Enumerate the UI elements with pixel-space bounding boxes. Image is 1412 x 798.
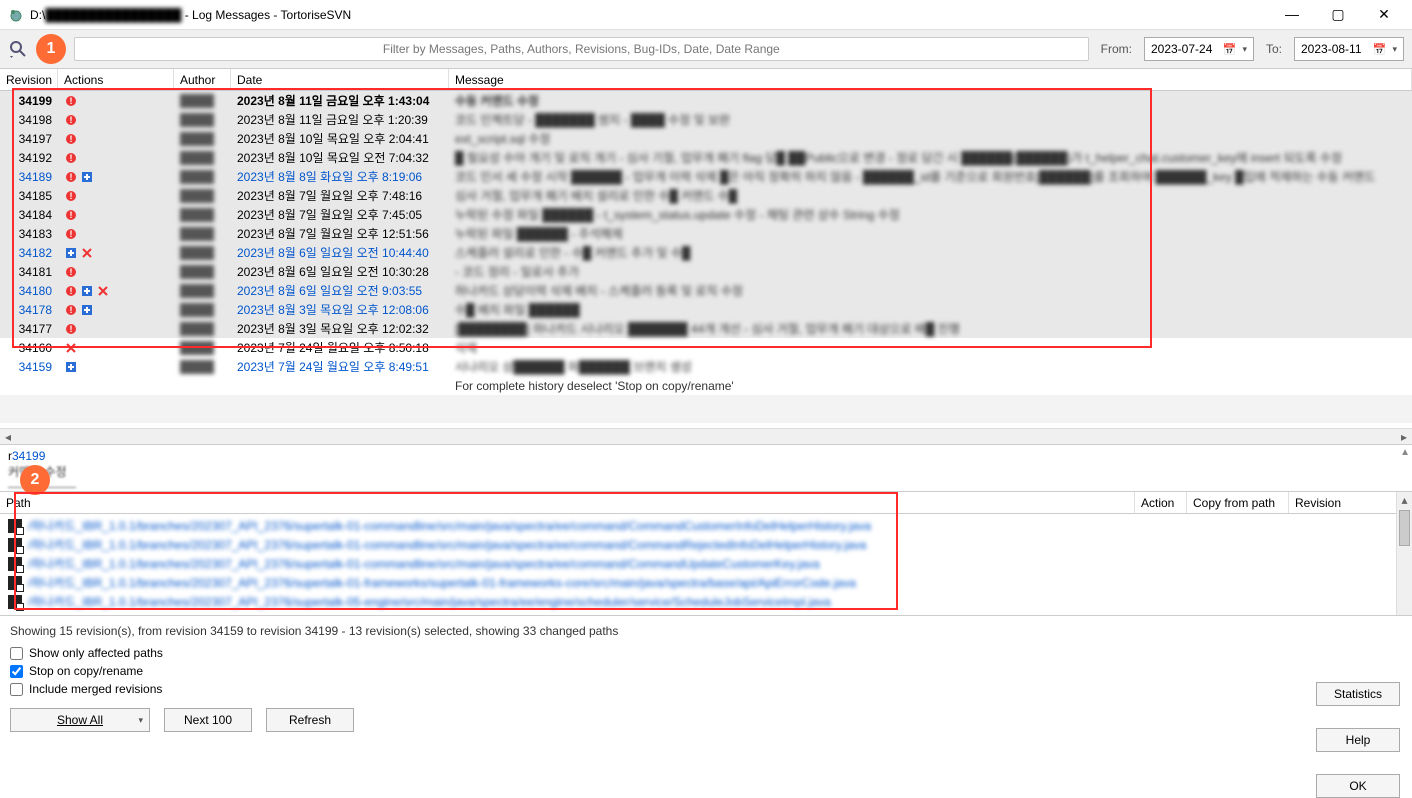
log-row[interactable]: 34182████2023년 8월 6일 일요일 오전 10:44:40스케줄러… xyxy=(0,243,1412,262)
scroll-left-icon[interactable]: ◂ xyxy=(0,430,16,444)
close-button[interactable]: ✕ xyxy=(1370,6,1398,23)
calendar-icon: 📅 xyxy=(1223,43,1237,56)
scroll-up-icon[interactable]: ▴ xyxy=(1397,492,1412,508)
message-panel: r34199 커맨드 수정 ──────── 2 ▲ xyxy=(0,444,1412,492)
annotation-badge-1: 1 xyxy=(36,34,66,64)
svg-text:!: ! xyxy=(70,115,73,125)
scroll-right-icon[interactable]: ▸ xyxy=(1396,430,1412,444)
col-date[interactable]: Date xyxy=(231,69,449,90)
log-row[interactable]: 34181!████2023년 8월 6일 일요일 오전 10:30:28- 코… xyxy=(0,262,1412,281)
help-button[interactable]: Help xyxy=(1316,728,1400,752)
col-path-revision[interactable]: Revision xyxy=(1289,492,1412,513)
opt-affected-paths[interactable]: Show only affected paths xyxy=(10,646,1402,660)
log-row[interactable]: 34159████2023년 7월 24일 월요일 오후 8:49:51시나리오… xyxy=(0,357,1412,376)
window-title: D:\████████████████ - Log Messages - Tor… xyxy=(30,8,1278,22)
file-icon xyxy=(8,519,22,533)
show-all-button[interactable]: Show All▾ xyxy=(10,708,150,732)
filter-input[interactable]: Filter by Messages, Paths, Authors, Revi… xyxy=(74,37,1089,61)
log-grid: Revision Actions Author Date Message 341… xyxy=(0,68,1412,444)
v-scrollbar[interactable]: ▴ xyxy=(1396,492,1412,615)
svg-text:!: ! xyxy=(70,210,73,220)
calendar-icon: 📅 xyxy=(1373,43,1387,56)
tortoisesvn-icon xyxy=(8,7,24,23)
log-row[interactable]: 34189!████2023년 8월 8일 화요일 오후 8:19:06코드 인… xyxy=(0,167,1412,186)
to-label: To: xyxy=(1266,42,1282,56)
file-icon xyxy=(8,576,22,590)
log-row[interactable]: 34198!████2023년 8월 11일 금요일 오후 1:20:39코드 … xyxy=(0,110,1412,129)
path-row[interactable]: /하나카드_IBR_1.0.1/branches/202307_API_2376… xyxy=(8,554,1404,573)
path-rows[interactable]: /하나카드_IBR_1.0.1/branches/202307_API_2376… xyxy=(0,514,1412,613)
log-row[interactable]: 34178!████2023년 8월 3일 목요일 오후 12:08:06수█ … xyxy=(0,300,1412,319)
svg-text:!: ! xyxy=(70,191,73,201)
annotation-badge-2: 2 xyxy=(20,465,50,495)
status-line: Showing 15 revision(s), from revision 34… xyxy=(0,616,1412,646)
col-copyfrom[interactable]: Copy from path xyxy=(1187,492,1289,513)
from-label: From: xyxy=(1101,42,1132,56)
toolbar: 1 Filter by Messages, Paths, Authors, Re… xyxy=(0,30,1412,68)
log-row[interactable]: 34197!████2023년 8월 10일 목요일 오후 2:04:41ext… xyxy=(0,129,1412,148)
scroll-thumb[interactable] xyxy=(1399,510,1410,546)
chevron-down-icon: ▾ xyxy=(138,715,143,726)
svg-text:!: ! xyxy=(70,172,73,182)
svg-text:!: ! xyxy=(70,324,73,334)
ok-button[interactable]: OK xyxy=(1316,774,1400,798)
titlebar: D:\████████████████ - Log Messages - Tor… xyxy=(0,0,1412,30)
next-100-button[interactable]: Next 100 xyxy=(164,708,252,732)
path-row[interactable]: /하나카드_IBR_1.0.1/branches/202307_API_2376… xyxy=(8,535,1404,554)
log-grid-header: Revision Actions Author Date Message xyxy=(0,69,1412,91)
opt-include-merged[interactable]: Include merged revisions xyxy=(10,682,1402,696)
chevron-down-icon: ▾ xyxy=(1242,44,1247,55)
svg-text:!: ! xyxy=(70,267,73,277)
path-row[interactable]: /하나카드_IBR_1.0.1/branches/202307_API_2376… xyxy=(8,592,1404,611)
refresh-button[interactable]: Refresh xyxy=(266,708,354,732)
maximize-button[interactable]: ▢ xyxy=(1324,6,1352,23)
path-panel: Path Action Copy from path Revision /하나카… xyxy=(0,492,1412,616)
options: Show only affected paths Stop on copy/re… xyxy=(0,646,1412,700)
h-scrollbar[interactable]: ◂ ▸ xyxy=(0,428,1412,444)
log-row[interactable]: 34185!████2023년 8월 7일 월요일 오후 7:48:16심사 거… xyxy=(0,186,1412,205)
from-date-picker[interactable]: 2023-07-24📅▾ xyxy=(1144,37,1254,61)
svg-text:!: ! xyxy=(70,305,73,315)
col-path[interactable]: Path xyxy=(0,492,1135,513)
statistics-button[interactable]: Statistics xyxy=(1316,682,1400,706)
log-rows[interactable]: 34199!████2023년 8월 11일 금요일 오후 1:43:04수동 … xyxy=(0,91,1412,423)
col-author[interactable]: Author xyxy=(174,69,231,90)
opt-stop-on-copy[interactable]: Stop on copy/rename xyxy=(10,664,1402,678)
log-row[interactable]: 34177!████2023년 8월 3일 목요일 오후 12:02:32[██… xyxy=(0,319,1412,338)
to-date-picker[interactable]: 2023-08-11📅▾ xyxy=(1294,37,1404,61)
chevron-down-icon: ▾ xyxy=(1392,44,1397,55)
svg-text:!: ! xyxy=(70,96,73,106)
col-actions[interactable]: Actions xyxy=(58,69,174,90)
log-row[interactable]: 34184!████2023년 8월 7일 월요일 오후 7:45:05누락된 … xyxy=(0,205,1412,224)
minimize-button[interactable]: — xyxy=(1278,6,1306,23)
file-icon xyxy=(8,557,22,571)
path-row[interactable]: /하나카드_IBR_1.0.1/branches/202307_API_2376… xyxy=(8,516,1404,535)
log-row[interactable]: 34183!████2023년 8월 7일 월요일 오후 12:51:56누락된… xyxy=(0,224,1412,243)
log-row[interactable]: 34192!████2023년 8월 10일 목요일 오전 7:04:32█ 필… xyxy=(0,148,1412,167)
svg-text:!: ! xyxy=(70,229,73,239)
log-row[interactable]: 34180!████2023년 8월 6일 일요일 오전 9:03:55하나카드… xyxy=(0,281,1412,300)
search-icon[interactable] xyxy=(8,39,28,59)
scroll-up-icon[interactable]: ▲ xyxy=(1400,447,1410,458)
file-icon xyxy=(8,538,22,552)
svg-text:!: ! xyxy=(70,134,73,144)
file-icon xyxy=(8,595,22,609)
svg-text:!: ! xyxy=(70,153,73,163)
path-row[interactable]: /하나카드_IBR_1.0.1/branches/202307_API_2376… xyxy=(8,573,1404,592)
col-action[interactable]: Action xyxy=(1135,492,1187,513)
log-row[interactable]: 34160████2023년 7월 24일 월요일 오후 8:50:18삭제 xyxy=(0,338,1412,357)
svg-text:!: ! xyxy=(70,286,73,296)
col-message[interactable]: Message xyxy=(449,69,1412,90)
log-row[interactable]: 34199!████2023년 8월 11일 금요일 오후 1:43:04수동 … xyxy=(0,91,1412,110)
col-revision[interactable]: Revision xyxy=(0,69,58,90)
